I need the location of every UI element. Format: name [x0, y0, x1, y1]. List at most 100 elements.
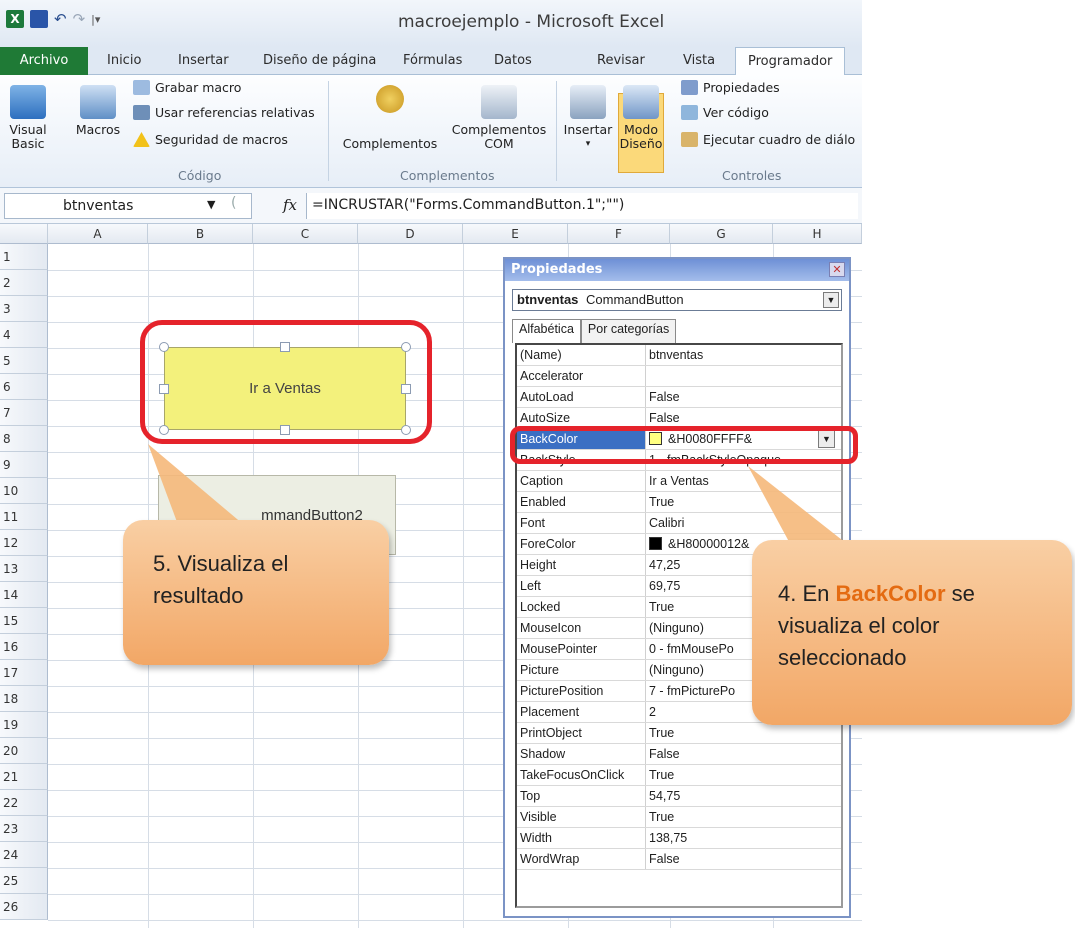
tab-insertar[interactable]: Insertar	[178, 53, 229, 68]
row-header[interactable]: 23	[0, 816, 48, 842]
macros-button[interactable]: Macros	[74, 85, 122, 137]
column-header[interactable]: A	[48, 224, 148, 244]
formula-input[interactable]: =INCRUSTAR("Forms.CommandButton.1";"")	[306, 193, 858, 219]
row-header[interactable]: 3	[0, 296, 48, 322]
row-header[interactable]: 20	[0, 738, 48, 764]
property-row[interactable]: AutoLoad False	[517, 387, 841, 408]
visual-basic-button[interactable]: Visual Basic	[6, 85, 50, 151]
design-mode-icon	[623, 85, 659, 119]
row-header[interactable]: 21	[0, 764, 48, 790]
row-header[interactable]: 15	[0, 608, 48, 634]
complementos-button[interactable]: Complementos	[340, 85, 440, 151]
row-header[interactable]: 8	[0, 426, 48, 452]
seguridad-macros-button[interactable]: Seguridad de macros	[133, 132, 288, 147]
column-header[interactable]: E	[463, 224, 568, 244]
row-header[interactable]: 12	[0, 530, 48, 556]
row-header[interactable]: 11	[0, 504, 48, 530]
insert-function-icon[interactable]: fx	[283, 196, 297, 214]
modo-diseno-button[interactable]: Modo Diseño	[618, 85, 664, 151]
propiedades-button[interactable]: Propiedades	[681, 80, 780, 95]
row-header[interactable]: 14	[0, 582, 48, 608]
tab-vista[interactable]: Vista	[683, 53, 715, 68]
column-header[interactable]: F	[568, 224, 670, 244]
object-selector[interactable]: btnventas CommandButton ▼	[512, 289, 842, 311]
backcolor-highlight-frame	[510, 426, 858, 464]
column-header[interactable]: H	[773, 224, 862, 244]
chevron-down-icon[interactable]: ▼	[823, 292, 839, 308]
row-header[interactable]: 13	[0, 556, 48, 582]
group-label-codigo: Código	[178, 168, 222, 183]
property-row[interactable]: TakeFocusOnClick True	[517, 765, 841, 786]
save-icon[interactable]	[30, 10, 48, 28]
row-header[interactable]: 6	[0, 374, 48, 400]
undo-icon[interactable]: ↶	[54, 10, 67, 28]
property-row[interactable]: Visible True	[517, 807, 841, 828]
callout-visualiza: 5. Visualiza el resultado	[123, 520, 389, 665]
property-row[interactable]: PrintObject True	[517, 723, 841, 744]
row-header[interactable]: 5	[0, 348, 48, 374]
row-header[interactable]: 17	[0, 660, 48, 686]
group-label-controles: Controles	[722, 168, 782, 183]
group-separator	[556, 81, 557, 181]
callout-text: 5. Visualiza el resultado	[153, 551, 289, 608]
ribbon-tabs: Archivo Inicio Insertar Diseño de página…	[0, 47, 862, 76]
row-header[interactable]: 10	[0, 478, 48, 504]
tab-por-categorias[interactable]: Por categorías	[580, 319, 677, 343]
grabar-macro-button[interactable]: Grabar macro	[133, 80, 241, 95]
row-header[interactable]: 7	[0, 400, 48, 426]
chevron-down-icon: ▾	[585, 139, 591, 149]
close-icon[interactable]: ✕	[829, 262, 845, 277]
column-header[interactable]: B	[148, 224, 253, 244]
group-label-complementos: Complementos	[400, 168, 495, 183]
insertar-control-button[interactable]: Insertar ▾	[562, 85, 614, 151]
column-header[interactable]: D	[358, 224, 463, 244]
color-swatch	[649, 537, 662, 550]
tab-archivo[interactable]: Archivo	[0, 47, 88, 75]
tab-diseno-pagina[interactable]: Diseño de página	[263, 53, 376, 68]
redo-icon[interactable]: ↷	[73, 10, 86, 28]
property-row[interactable]: Top 54,75	[517, 786, 841, 807]
gear-icon	[376, 85, 404, 113]
row-header[interactable]: 2	[0, 270, 48, 296]
name-box[interactable]: btnventas ▼ (	[4, 193, 252, 219]
row-header[interactable]: 26	[0, 894, 48, 920]
complementos-com-button[interactable]: Complementos COM	[446, 85, 552, 151]
row-header[interactable]: 22	[0, 790, 48, 816]
tab-programador[interactable]: Programador	[735, 47, 846, 76]
row-header[interactable]: 19	[0, 712, 48, 738]
ejecutar-cuadro-button[interactable]: Ejecutar cuadro de diálo	[681, 132, 855, 147]
tab-inicio[interactable]: Inicio	[107, 53, 141, 68]
row-header[interactable]: 25	[0, 868, 48, 894]
property-row[interactable]: WordWrap False	[517, 849, 841, 870]
column-header[interactable]: C	[253, 224, 358, 244]
relative-refs-icon	[133, 105, 150, 120]
row-header[interactable]: 16	[0, 634, 48, 660]
property-row[interactable]: Accelerator	[517, 366, 841, 387]
record-macro-icon	[133, 80, 150, 95]
tab-revisar[interactable]: Revisar	[597, 53, 645, 68]
select-all-corner[interactable]	[0, 224, 48, 244]
referencias-relativas-button[interactable]: Usar referencias relativas	[133, 105, 315, 120]
tab-datos[interactable]: Datos	[494, 53, 532, 68]
ver-codigo-button[interactable]: Ver código	[681, 105, 769, 120]
tab-formulas[interactable]: Fórmulas	[403, 53, 462, 68]
row-header[interactable]: 24	[0, 842, 48, 868]
row-header[interactable]: 4	[0, 322, 48, 348]
property-row[interactable]: Width 138,75	[517, 828, 841, 849]
warning-icon	[133, 132, 150, 147]
property-row[interactable]: Shadow False	[517, 744, 841, 765]
property-row[interactable]: (Name) btnventas	[517, 345, 841, 366]
highlight-frame	[140, 320, 432, 444]
row-header[interactable]: 18	[0, 686, 48, 712]
formula-bar: btnventas ▼ ( fx =INCRUSTAR("Forms.Comma…	[0, 188, 862, 224]
view-code-icon	[681, 105, 698, 120]
chevron-down-icon[interactable]: ▼	[207, 198, 215, 211]
ribbon: Visual Basic Macros Grabar macro Usar re…	[0, 75, 862, 188]
excel-logo-icon[interactable]: X	[6, 10, 24, 28]
cancel-icon[interactable]: (	[231, 195, 236, 211]
column-header[interactable]: G	[670, 224, 773, 244]
row-header[interactable]: 1	[0, 244, 48, 270]
customize-qat-icon[interactable]: |▾	[91, 13, 100, 26]
row-header[interactable]: 9	[0, 452, 48, 478]
tab-alfabetica[interactable]: Alfabética	[512, 319, 581, 343]
